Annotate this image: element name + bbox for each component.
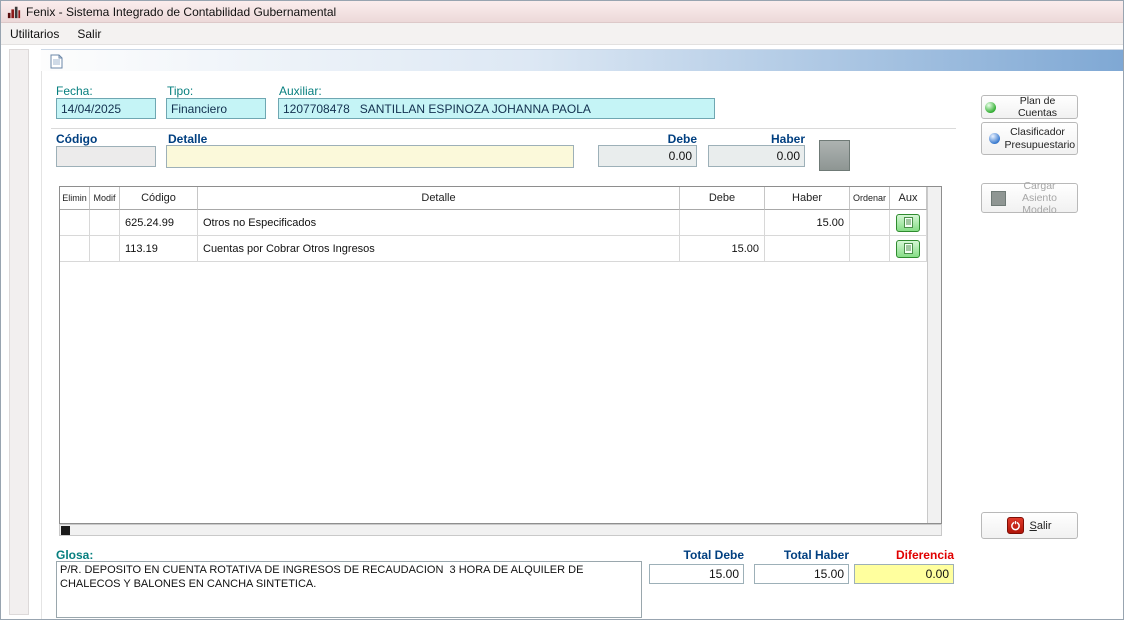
aux-document-icon (904, 217, 913, 228)
cell-modif (90, 210, 120, 236)
cell-codigo: 113.19 (120, 236, 198, 262)
debe-label: Debe (598, 132, 697, 146)
cargar-asiento-icon (991, 191, 1006, 206)
aux-button[interactable] (896, 240, 920, 258)
cell-aux (890, 210, 927, 236)
total-debe-value (649, 564, 744, 584)
glosa-label: Glosa: (56, 548, 93, 562)
salir-label: Salir (1029, 520, 1051, 532)
scrollbar-thumb[interactable] (61, 526, 70, 535)
glosa-textarea[interactable]: P/R. DEPOSITO EN CUENTA ROTATIVA DE INGR… (56, 561, 642, 618)
fecha-input[interactable] (56, 98, 156, 119)
table-horizontal-scrollbar[interactable] (59, 524, 942, 536)
form-divider (51, 128, 956, 129)
cell-elimin (60, 236, 90, 262)
auxiliar-input[interactable] (278, 98, 715, 119)
codigo-input[interactable] (56, 146, 156, 167)
panel-divider (41, 49, 42, 619)
cargar-asiento-modelo-button[interactable]: Cargar Asiento Modelo (981, 183, 1078, 213)
tipo-input[interactable] (166, 98, 266, 119)
aux-document-icon (904, 243, 913, 254)
detalle-input[interactable] (166, 145, 574, 168)
clasificador-label: Clasificador Presupuestario (1005, 126, 1071, 150)
cell-debe: 15.00 (680, 236, 765, 262)
cell-elimin (60, 210, 90, 236)
table-vertical-scrollbar[interactable] (927, 187, 941, 523)
cell-modif (90, 236, 120, 262)
fecha-label: Fecha: (56, 84, 93, 98)
app-logo-icon (7, 5, 21, 19)
left-panel (9, 49, 29, 615)
table-row[interactable]: 113.19 Cuentas por Cobrar Otros Ingresos… (60, 236, 927, 262)
cell-codigo: 625.24.99 (120, 210, 198, 236)
plan-cuentas-button[interactable]: Plan de Cuentas (981, 95, 1078, 119)
globe-green-icon (985, 102, 996, 113)
cell-debe (680, 210, 765, 236)
cell-detalle: Cuentas por Cobrar Otros Ingresos (198, 236, 680, 262)
table-row[interactable]: 625.24.99 Otros no Especificados 15.00 (60, 210, 927, 236)
aux-button[interactable] (896, 214, 920, 232)
new-document-toolbar-button[interactable] (47, 52, 66, 70)
entries-table-body: Elimin Modif Código Detalle Debe Haber O… (60, 187, 927, 523)
diferencia-label: Diferencia (854, 548, 954, 562)
clasificador-button[interactable]: Clasificador Presupuestario (981, 122, 1078, 155)
total-haber-label: Total Haber (754, 548, 849, 562)
column-header-detalle: Detalle (198, 187, 680, 210)
column-header-aux: Aux (890, 187, 927, 210)
column-header-modif: Modif (90, 187, 120, 210)
column-header-haber: Haber (765, 187, 850, 210)
debe-input[interactable] (598, 145, 697, 167)
cell-haber: 15.00 (765, 210, 850, 236)
cell-aux (890, 236, 927, 262)
diferencia-value (854, 564, 954, 584)
codigo-label: Código (56, 132, 97, 146)
power-icon (1007, 517, 1024, 534)
salir-button[interactable]: Salir (981, 512, 1078, 539)
cell-detalle: Otros no Especificados (198, 210, 680, 236)
column-header-debe: Debe (680, 187, 765, 210)
cell-ordenar (850, 210, 890, 236)
menu-item-salir[interactable]: Salir (68, 24, 110, 44)
cargar-asiento-label: Cargar Asiento Modelo (1011, 180, 1069, 216)
toolbar (41, 49, 1123, 71)
document-icon (50, 54, 63, 69)
tipo-label: Tipo: (167, 84, 193, 98)
table-header-row: Elimin Modif Código Detalle Debe Haber O… (60, 187, 927, 210)
cell-haber (765, 236, 850, 262)
menu-bar: Utilitarios Salir (1, 23, 1123, 45)
total-debe-label: Total Debe (649, 548, 744, 562)
globe-blue-icon (989, 133, 1000, 144)
app-window: Fenix - Sistema Integrado de Contabilida… (0, 0, 1124, 620)
menu-item-utilitarios[interactable]: Utilitarios (1, 24, 68, 44)
haber-label: Haber (706, 132, 805, 146)
entries-table: Elimin Modif Código Detalle Debe Haber O… (59, 186, 942, 524)
entry-lookup-button[interactable] (819, 140, 850, 171)
total-haber-value (754, 564, 849, 584)
column-header-codigo: Código (120, 187, 198, 210)
column-header-ordenar: Ordenar (850, 187, 890, 210)
column-header-elimin: Elimin (60, 187, 90, 210)
title-bar: Fenix - Sistema Integrado de Contabilida… (1, 1, 1123, 23)
haber-input[interactable] (708, 145, 805, 167)
detalle-label: Detalle (168, 132, 207, 146)
plan-cuentas-label: Plan de Cuentas (1001, 95, 1074, 119)
window-title: Fenix - Sistema Integrado de Contabilida… (26, 5, 336, 19)
cell-ordenar (850, 236, 890, 262)
auxiliar-label: Auxiliar: (279, 84, 322, 98)
